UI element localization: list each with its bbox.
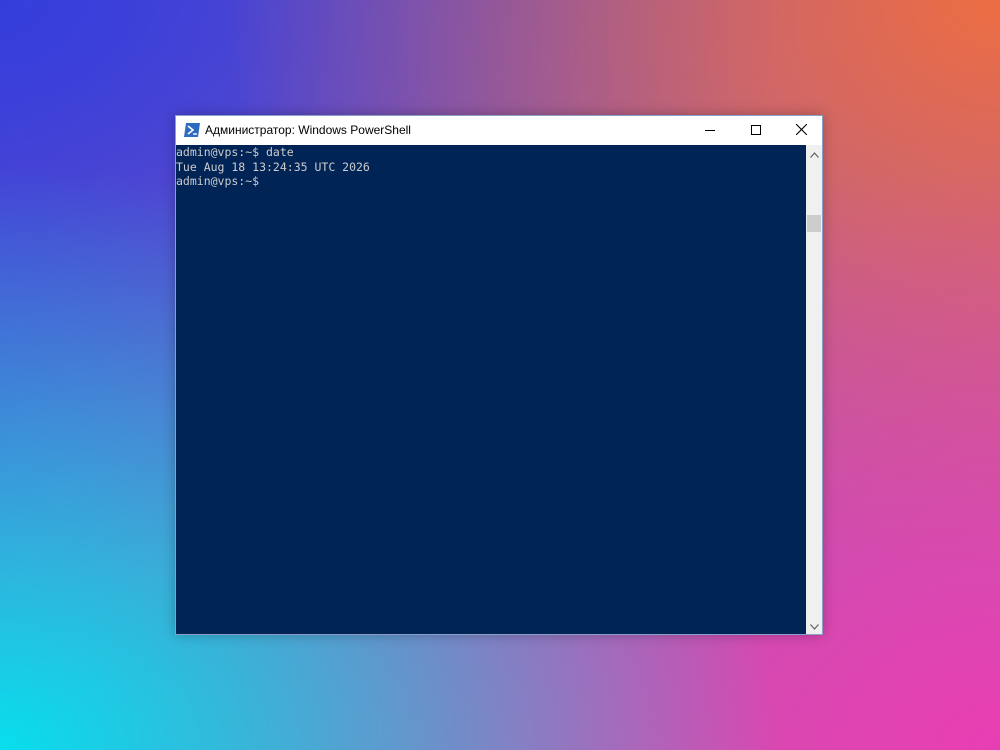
powershell-window[interactable]: Администратор: Windows PowerShell admin@… (175, 115, 823, 635)
minimize-button[interactable] (687, 116, 733, 145)
console-line-prompt: admin@vps:~$ (176, 174, 806, 189)
chevron-down-icon (809, 617, 819, 635)
console-line-output: Tue Aug 18 13:24:35 UTC 2026 (176, 159, 370, 174)
title-bar[interactable]: Администратор: Windows PowerShell (176, 116, 822, 145)
vertical-scrollbar[interactable] (806, 145, 822, 634)
prompt-text: admin@vps:~$ (176, 174, 260, 188)
powershell-icon (184, 123, 200, 137)
scroll-up-button[interactable] (806, 145, 822, 162)
scroll-down-button[interactable] (806, 617, 822, 634)
minimize-icon (705, 122, 715, 140)
scroll-thumb[interactable] (807, 215, 821, 232)
chevron-up-icon (809, 145, 819, 163)
window-title: Администратор: Windows PowerShell (205, 123, 411, 137)
close-button[interactable] (778, 116, 824, 145)
console-line-command: admin@vps:~$ date (176, 145, 294, 159)
maximize-button[interactable] (733, 116, 779, 145)
console-output[interactable]: admin@vps:~$ date Tue Aug 18 13:24:35 UTC… (176, 145, 806, 634)
maximize-icon (751, 122, 761, 140)
close-icon (795, 122, 807, 140)
